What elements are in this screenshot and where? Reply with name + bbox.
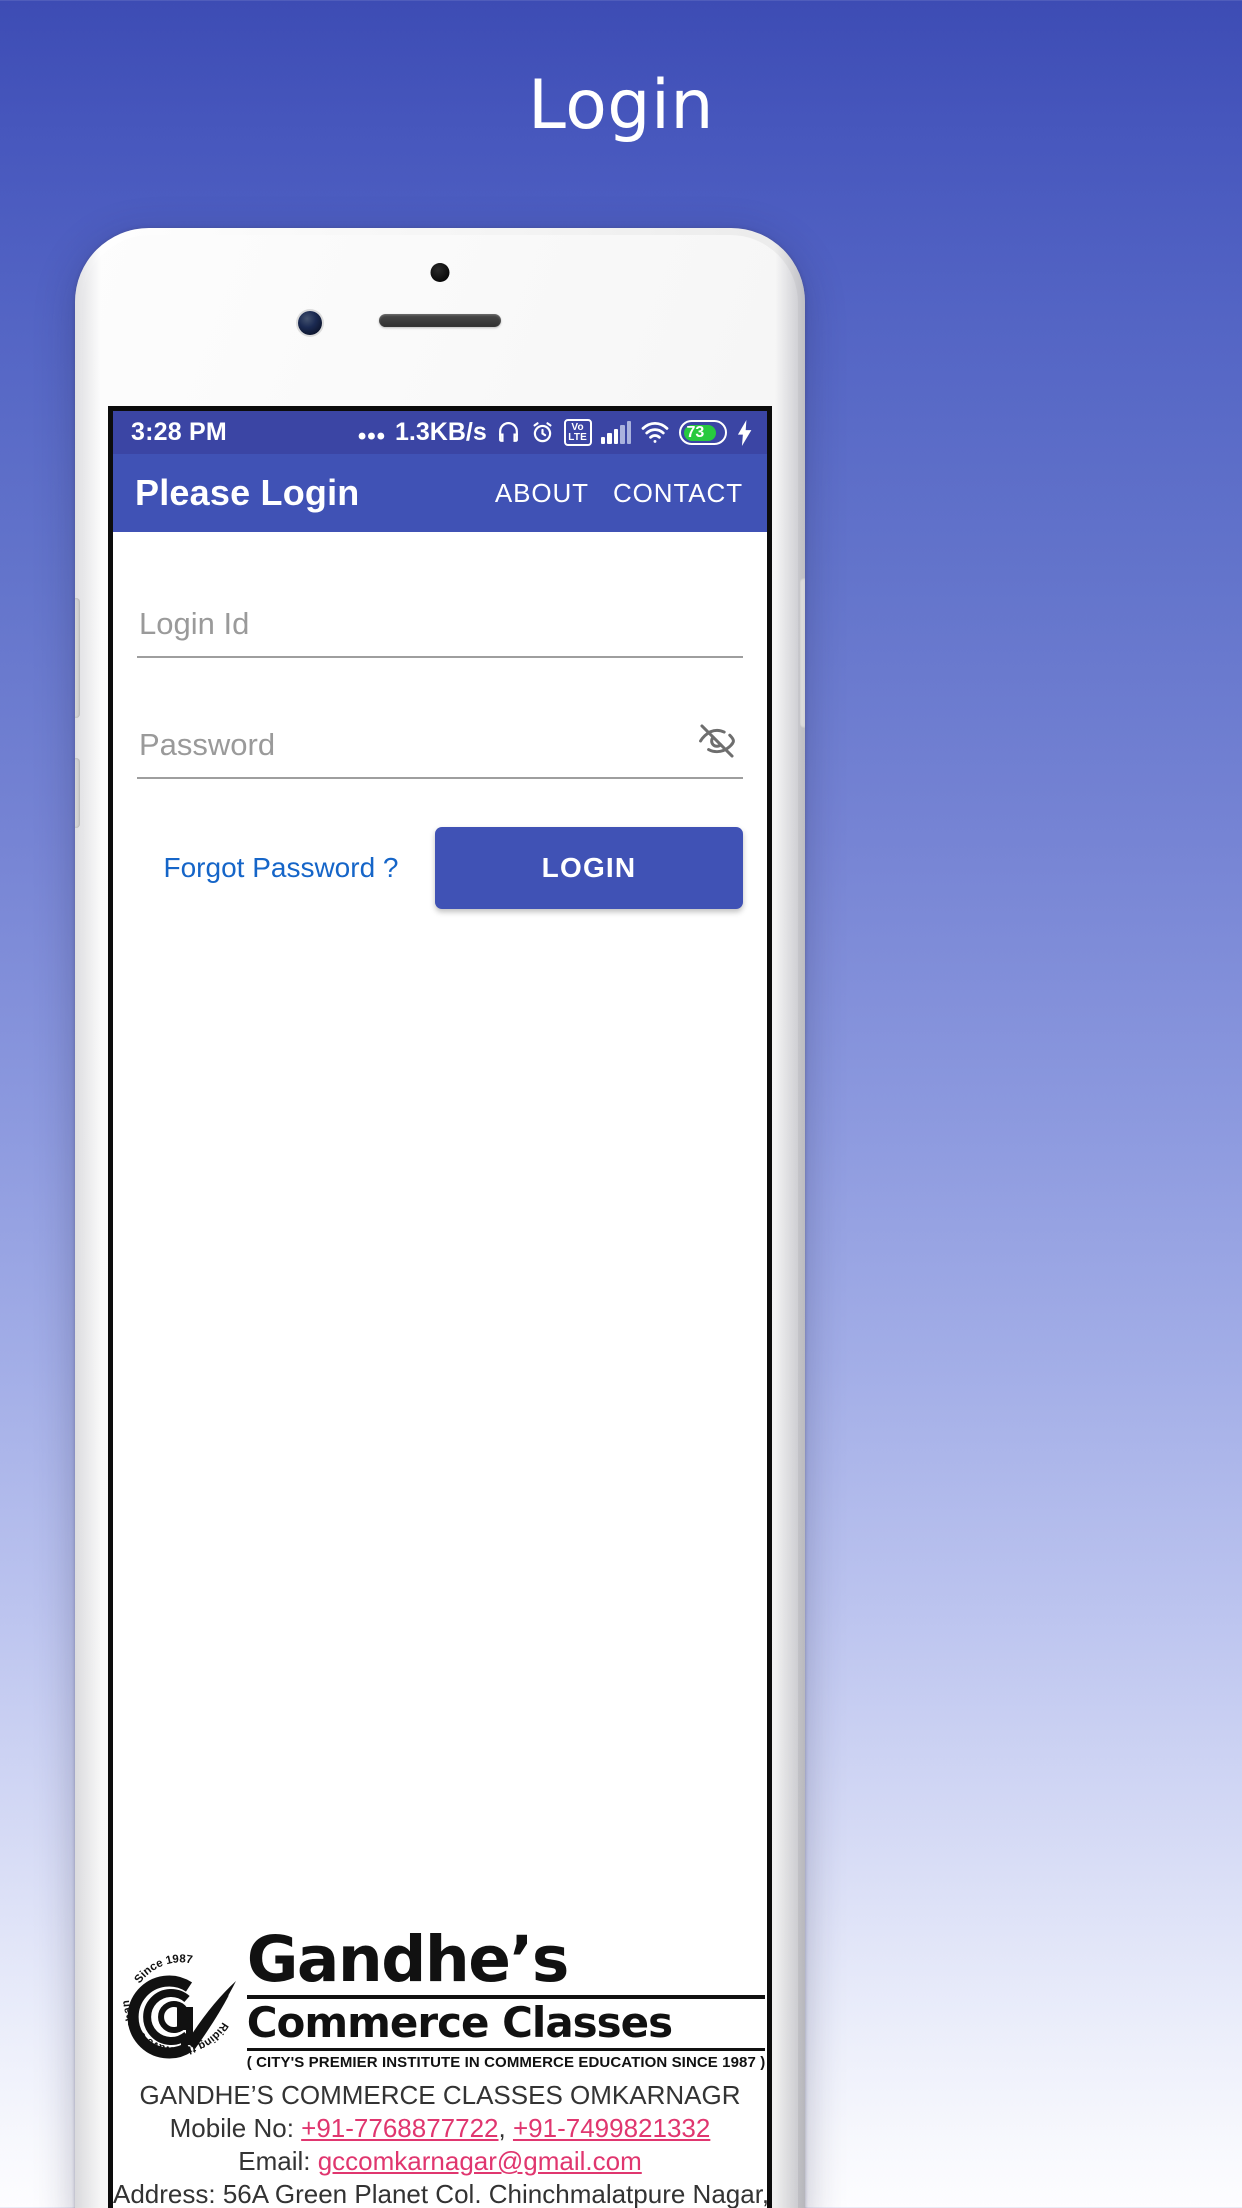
mobile-link-1[interactable]: +91-7768877722 [301,2113,498,2143]
volume-down-button[interactable] [75,758,80,828]
branch-name: GANDHE’S COMMERCE CLASSES OMKARNAGR [139,2080,741,2110]
mobile-separator: , [498,2113,513,2143]
login-button[interactable]: LOGIN [435,827,743,909]
about-button[interactable]: ABOUT [483,468,601,519]
battery-icon: 73 [679,420,727,445]
mobile-link-2[interactable]: +91-7499821332 [513,2113,710,2143]
notification-dots-icon: ••• [357,422,387,450]
email-label: Email: [238,2146,318,2176]
bezel-shadow-right [775,228,805,2208]
battery-percent: 73 [686,423,705,441]
forgot-password-link[interactable]: Forgot Password ? [137,852,425,884]
email-line: Email: gccomkarnagar@gmail.com [113,2145,767,2178]
bezel-shadow-left [75,228,101,2208]
wifi-icon [640,421,670,445]
login-content: Forgot Password ? LOGIN Since 1987 [113,600,767,2208]
status-time: 3:28 PM [131,418,227,446]
front-camera-icon [298,311,322,335]
contact-button[interactable]: CONTACT [601,468,755,519]
volte-icon: Vo LTE [563,419,592,446]
logo-tagline: ( CITY'S PREMIER INSTITUTE IN COMMERCE E… [246,2053,766,2071]
network-speed-text: 1.3KB/s [395,418,487,446]
logo-divider-bottom [246,2047,766,2051]
battery-fill: 73 [683,423,717,441]
password-underline [137,777,743,779]
speaker-grille-icon [379,314,501,327]
charging-bolt-icon [736,419,754,446]
headset-icon [496,420,521,445]
password-field [137,721,743,779]
phone-screen: 3:28 PM ••• 1.3KB/s Vo LTE 73 Please Log… [108,406,772,2208]
email-link[interactable]: gccomkarnagar@gmail.com [318,2146,642,2176]
password-input[interactable] [137,721,743,777]
proximity-sensor-icon [430,263,450,282]
eye-off-icon[interactable] [693,717,741,765]
login-actions-row: Forgot Password ? LOGIN [137,827,743,909]
phone-device-frame: 3:28 PM ••• 1.3KB/s Vo LTE 73 Please Log… [75,228,805,2208]
app-bar-title: Please Login [135,472,360,513]
login-id-underline [137,656,743,658]
signal-bars-icon [600,420,631,444]
alarm-icon [530,420,555,445]
address-line-1: Address: 56A Green Planet Col. Chinchmal… [113,2179,772,2208]
status-bar: 3:28 PM ••• 1.3KB/s Vo LTE 73 [113,411,767,454]
company-logo: Since 1987 Riding the Wave of Change [113,1916,767,2079]
status-icons-group: ••• 1.3KB/s Vo LTE 73 [357,418,754,450]
login-id-input[interactable] [137,600,743,656]
login-id-field [137,600,743,658]
volte-label-bottom: LTE [568,431,587,443]
brand-footer: Since 1987 Riding the Wave of Change [113,1916,767,2208]
page-title: Login [528,66,714,145]
power-button[interactable] [800,578,805,728]
gandhe-emblem-icon: Since 1987 Riding the Wave of Change [113,1916,241,2075]
app-bar: Please Login ABOUT CONTACT [113,454,767,532]
mobile-line: Mobile No: +91-7768877722, +91-749982133… [113,2112,767,2145]
contact-info: GANDHE’S COMMERCE CLASSES OMKARNAGR Mobi… [113,2079,767,2208]
volume-up-button[interactable] [75,598,80,718]
company-logo-text: Gandhe’s Commerce Classes ( CITY'S PREMI… [246,1923,766,2071]
logo-subtitle: Commerce Classes [246,1997,673,2047]
mobile-label: Mobile No: [169,2113,302,2143]
logo-name: Gandhe’s [246,1923,570,1997]
